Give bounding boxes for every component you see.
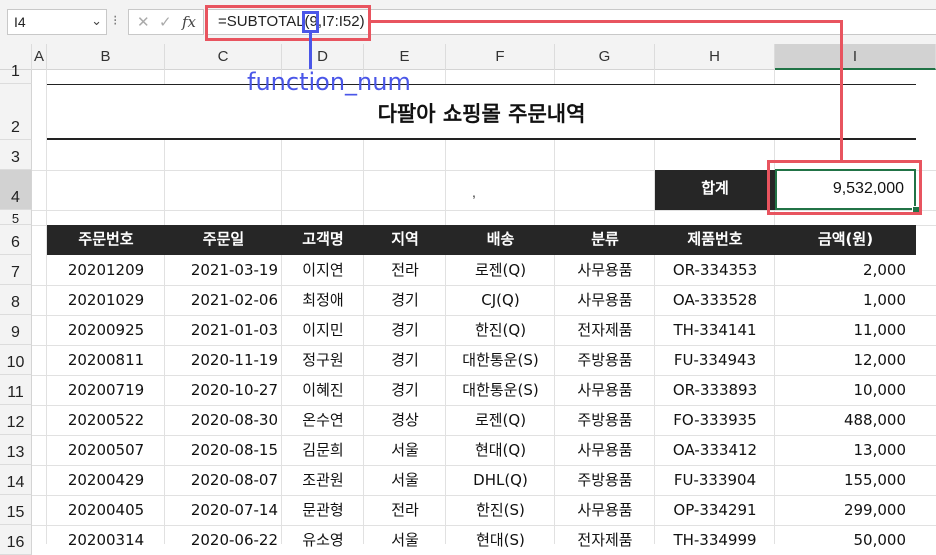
table-row[interactable]: 20200925 2021-01-03 이지민 경기 한진(Q) 전자제품 TH… xyxy=(47,315,916,345)
table-row[interactable]: 20200429 2020-08-07 조관원 서울 DHL(Q) 주방용품 F… xyxy=(47,465,916,495)
row-header-11[interactable]: 11 xyxy=(0,375,32,405)
header-amount: 금액(원) xyxy=(817,230,874,248)
row-header-3[interactable]: 3 xyxy=(0,140,32,170)
header-region: 지역 xyxy=(391,230,419,248)
column-header-c[interactable]: C xyxy=(165,44,282,70)
row-header-6[interactable]: 6 xyxy=(0,225,32,255)
connector-line-horizontal xyxy=(371,20,842,23)
enter-check-icon[interactable]: ✓ xyxy=(159,13,172,31)
formula-highlight-box xyxy=(205,5,371,41)
table-row[interactable]: 20200507 2020-08-15 김문희 서울 현대(Q) 사무용품 OA… xyxy=(47,435,916,465)
row-header-9[interactable]: 9 xyxy=(0,315,32,345)
column-header-d[interactable]: D xyxy=(282,44,364,70)
column-headers: A B C D E F G H I xyxy=(0,44,936,70)
more-options-icon[interactable]: ⁝ xyxy=(113,12,118,29)
stray-comma: , xyxy=(472,184,476,200)
row-header-4[interactable]: 4 xyxy=(0,170,32,210)
column-header-h[interactable]: H xyxy=(655,44,775,70)
header-product-no: 제품번호 xyxy=(687,230,743,248)
insert-function-icon[interactable]: fx xyxy=(182,13,196,31)
row-header-2[interactable]: 2 xyxy=(0,84,32,140)
connector-line-vertical xyxy=(840,20,843,162)
header-order-date: 주문일 xyxy=(202,230,245,248)
chevron-down-icon[interactable]: ⌄ xyxy=(91,13,102,29)
row-header-14[interactable]: 14 xyxy=(0,465,32,495)
table-row[interactable]: 20200811 2020-11-19 정구원 경기 대한통운(S) 주방용품 … xyxy=(47,345,916,375)
column-header-a[interactable]: A xyxy=(32,44,47,70)
table-row[interactable]: 20200314 2020-06-22 유소영 서울 현대(S) 전자제품 TH… xyxy=(47,525,916,555)
table-row[interactable]: 20201209 2021-03-19 이지연 전라 로젠(Q) 사무용품 OR… xyxy=(47,255,916,285)
column-header-b[interactable]: B xyxy=(47,44,165,70)
table-row[interactable]: 20201029 2021-02-06 최정애 경기 CJ(Q) 사무용품 OA… xyxy=(47,285,916,315)
row-header-13[interactable]: 13 xyxy=(0,435,32,465)
sheet-title: 다팔아 쇼핑몰 주문내역 xyxy=(377,102,586,126)
row-header-16[interactable]: 16 xyxy=(0,525,32,555)
total-label: 합계 xyxy=(655,170,775,210)
formula-buttons: ✕ ✓ fx xyxy=(128,9,204,35)
table-row[interactable]: 20200719 2020-10-27 이혜진 경기 대한통운(S) 사무용품 … xyxy=(47,375,916,405)
table-row[interactable]: 20200522 2020-08-30 온수연 경상 로젠(Q) 주방용품 FO… xyxy=(47,405,916,435)
function-num-label: function_num xyxy=(247,68,411,96)
header-shipping: 배송 xyxy=(486,230,515,248)
row-header-12[interactable]: 12 xyxy=(0,405,32,435)
column-header-i[interactable]: I xyxy=(775,44,936,70)
column-header-f[interactable]: F xyxy=(446,44,555,70)
header-order-no: 주문번호 xyxy=(78,230,134,248)
row-header-8[interactable]: 8 xyxy=(0,285,32,315)
function-num-pointer xyxy=(309,33,312,69)
row-header-7[interactable]: 7 xyxy=(0,255,32,285)
name-box-value: I4 xyxy=(14,14,26,30)
total-highlight-box xyxy=(767,160,922,215)
header-category: 분류 xyxy=(591,230,619,248)
row-header-1[interactable]: 1 xyxy=(0,63,32,84)
row-header-10[interactable]: 10 xyxy=(0,345,32,375)
table-header: 주문번호 주문일 고객명 지역 배송 분류 제품번호 금액(원) xyxy=(47,225,916,255)
row-header-5[interactable]: 5 xyxy=(0,210,32,226)
column-header-g[interactable]: G xyxy=(555,44,655,70)
header-customer: 고객명 xyxy=(302,230,344,248)
column-header-e[interactable]: E xyxy=(364,44,446,70)
table-row[interactable]: 20200405 2020-07-14 문관형 전라 한진(S) 사무용품 OP… xyxy=(47,495,916,525)
function-num-highlight-box xyxy=(302,11,319,33)
row-header-15[interactable]: 15 xyxy=(0,495,32,525)
cancel-icon[interactable]: ✕ xyxy=(137,13,150,31)
name-box[interactable]: I4 ⌄ xyxy=(7,9,107,35)
